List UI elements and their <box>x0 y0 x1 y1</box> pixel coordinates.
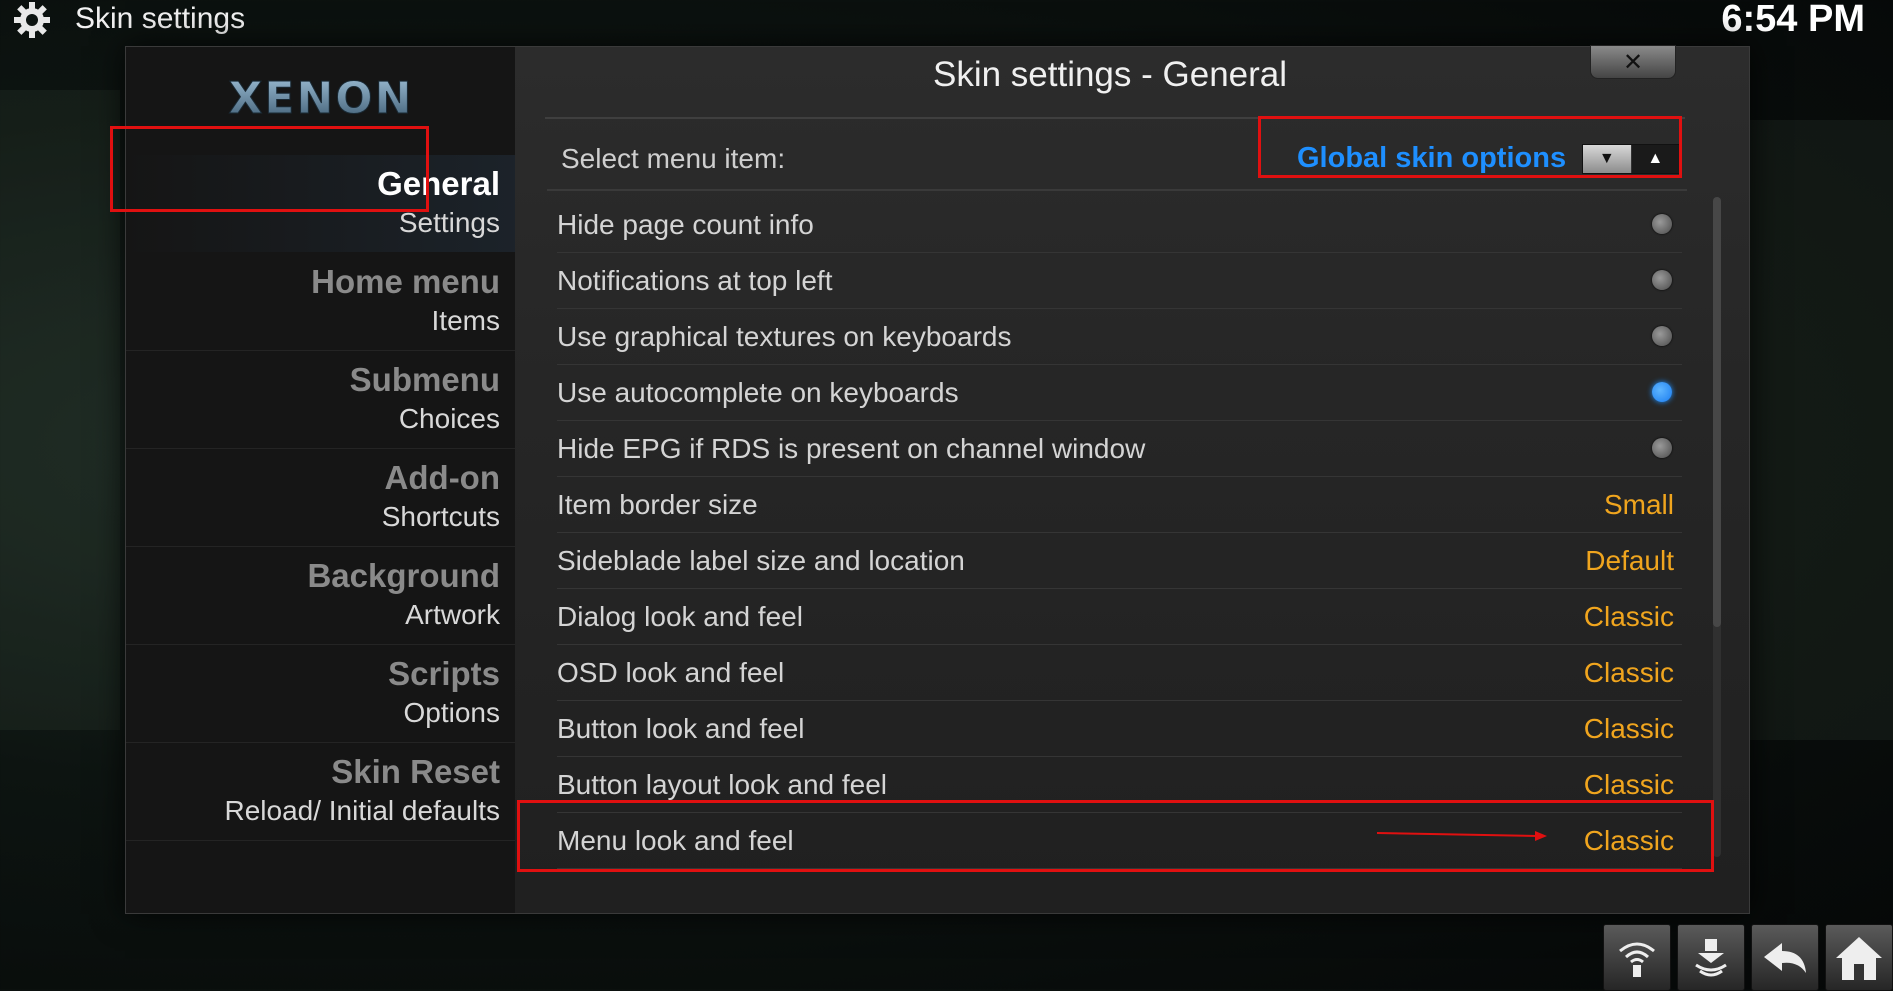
scrollbar[interactable] <box>1713 197 1721 857</box>
sidebar-item-skin-reset[interactable]: Skin Reset Reload/ Initial defaults <box>126 743 515 841</box>
sidebar-item-general[interactable]: General Settings <box>126 155 515 252</box>
sidebar-item-label: General <box>377 165 500 202</box>
setting-value[interactable]: Classic <box>1584 713 1674 745</box>
sidebar-item-label: Home menu <box>311 263 500 300</box>
setting-value[interactable]: Classic <box>1584 825 1674 857</box>
settings-panel: Skin settings - General ✕ Select menu it… <box>515 45 1749 913</box>
selector-label: Select menu item: <box>561 143 786 174</box>
toggle-radio[interactable] <box>1652 214 1672 234</box>
setting-row[interactable]: Button look and feel Classic <box>557 701 1682 757</box>
setting-label: Use graphical textures on keyboards <box>557 321 1012 352</box>
setting-row[interactable]: Use graphical textures on keyboards <box>557 309 1682 365</box>
sidebar-item-label: Add-on <box>384 459 500 496</box>
sidebar-item-sublabel: Shortcuts <box>381 501 500 532</box>
xenon-logo: XENON <box>228 73 413 125</box>
setting-value[interactable]: Classic <box>1584 769 1674 801</box>
bottom-toolbar <box>1603 924 1893 991</box>
setting-value[interactable]: Classic <box>1584 601 1674 633</box>
setting-row[interactable]: Sideblade label size and location Default <box>557 533 1682 589</box>
home-icon[interactable] <box>1825 924 1893 991</box>
setting-label: Button layout look and feel <box>557 769 888 800</box>
sidebar-item-label: Skin Reset <box>331 753 500 790</box>
setting-label: Button look and feel <box>557 713 805 744</box>
divider <box>545 117 1685 119</box>
sidebar-item-label: Scripts <box>388 655 500 692</box>
close-button[interactable]: ✕ <box>1590 45 1676 79</box>
clock: 6:54 PM <box>1721 0 1865 40</box>
network-icon[interactable] <box>1603 924 1671 991</box>
eject-icon[interactable] <box>1677 924 1745 991</box>
setting-label: Item border size <box>557 489 758 520</box>
back-icon[interactable] <box>1751 924 1819 991</box>
sidebar-item-sublabel: Settings <box>398 207 500 238</box>
selector-value[interactable]: Global skin options <box>1297 142 1566 175</box>
setting-row[interactable]: Hide page count info <box>557 197 1682 253</box>
spin-control[interactable]: ▼ ▲ <box>1582 144 1680 174</box>
arrow-annotation-icon <box>1377 831 1547 841</box>
sidebar-item-background[interactable]: Background Artwork <box>126 547 515 645</box>
svg-text:XENON: XENON <box>228 73 413 124</box>
sidebar-item-sublabel: Options <box>403 697 501 728</box>
setting-label: OSD look and feel <box>557 657 785 688</box>
settings-list: Hide page count info Notifications at top… <box>557 197 1682 869</box>
setting-row[interactable]: OSD look and feel Classic <box>557 645 1682 701</box>
setting-row[interactable]: Item border size Small <box>557 477 1682 533</box>
menu-item-selector[interactable]: Select menu item: Global skin options ▼ … <box>547 127 1687 191</box>
chevron-up-icon[interactable]: ▲ <box>1630 145 1679 173</box>
scrollbar-thumb[interactable] <box>1713 197 1721 627</box>
setting-value[interactable]: Default <box>1585 545 1674 577</box>
setting-row[interactable]: Hide EPG if RDS is present on channel wi… <box>557 421 1682 477</box>
page-title: Skin settings <box>75 2 246 35</box>
setting-row[interactable]: Button layout look and feel Classic <box>557 757 1682 813</box>
sidebar-item-sublabel: Choices <box>398 403 500 434</box>
setting-label: Sideblade label size and location <box>557 545 965 576</box>
toggle-radio[interactable] <box>1652 326 1672 346</box>
setting-label: Dialog look and feel <box>557 601 803 632</box>
sidebar-item-home-menu[interactable]: Home menu Items <box>126 253 515 351</box>
sidebar-item-label: Submenu <box>349 361 500 398</box>
setting-label: Notifications at top left <box>557 265 833 296</box>
chevron-down-icon[interactable]: ▼ <box>1583 145 1631 173</box>
toggle-radio[interactable] <box>1652 438 1672 458</box>
setting-row[interactable]: Use autocomplete on keyboards <box>557 365 1682 421</box>
gear-icon[interactable] <box>10 0 54 40</box>
sidebar-item-label: Background <box>307 557 500 594</box>
close-icon: ✕ <box>1622 48 1644 76</box>
toggle-radio[interactable] <box>1652 382 1672 402</box>
top-bar: Skin settings 6:54 PM <box>0 0 1893 44</box>
setting-label: Menu look and feel <box>557 825 794 856</box>
dialog-title: Skin settings - General <box>932 55 1288 94</box>
toggle-radio[interactable] <box>1652 270 1672 290</box>
sidebar-item-add-on[interactable]: Add-on Shortcuts <box>126 449 515 547</box>
setting-row[interactable]: Dialog look and feel Classic <box>557 589 1682 645</box>
sidebar-item-scripts[interactable]: Scripts Options <box>126 645 515 743</box>
sidebar-item-sublabel: Items <box>431 305 500 336</box>
setting-value[interactable]: Classic <box>1584 657 1674 689</box>
sidebar-item-sublabel: Artwork <box>405 599 500 630</box>
sidebar: XENON General Settings Home menu Items S… <box>126 47 515 913</box>
sidebar-item-submenu[interactable]: Submenu Choices <box>126 351 515 449</box>
sidebar-item-sublabel: Reload/ Initial defaults <box>224 795 500 826</box>
skin-settings-dialog: XENON General Settings Home menu Items S… <box>125 45 1750 914</box>
setting-label: Hide page count info <box>557 209 814 240</box>
setting-label: Use autocomplete on keyboards <box>557 377 959 408</box>
setting-value[interactable]: Small <box>1604 489 1674 521</box>
setting-row[interactable]: Notifications at top left <box>557 253 1682 309</box>
setting-label: Hide EPG if RDS is present on channel wi… <box>557 433 1146 464</box>
